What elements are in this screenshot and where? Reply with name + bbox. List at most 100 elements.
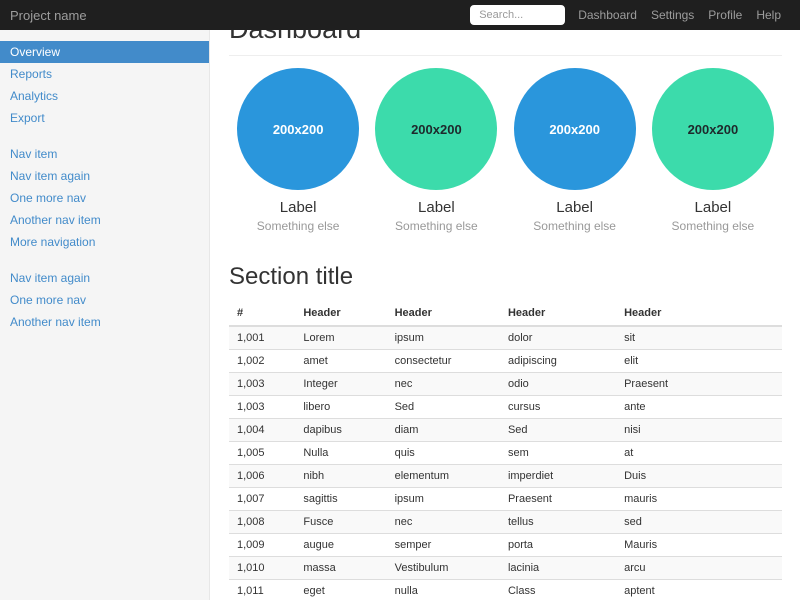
navbar-link-help[interactable]: Help: [749, 8, 788, 22]
search-input[interactable]: [470, 5, 565, 25]
sidebar-item-nav-item-again[interactable]: Nav item again: [0, 165, 209, 187]
sidebar-item-export[interactable]: Export: [0, 107, 209, 129]
table-cell: sagittis: [295, 488, 386, 511]
placeholder-column: 200x200LabelSomething else: [644, 68, 782, 233]
table-cell: amet: [295, 350, 386, 373]
table-row: 1,008Fuscenectellussed: [229, 511, 782, 534]
table-row: 1,011egetnullaClassaptent: [229, 580, 782, 600]
table-cell: aptent: [616, 580, 782, 600]
placeholder-circle-image: 200x200: [514, 68, 636, 190]
sidebar-group: Nav itemNav item againOne more navAnothe…: [0, 143, 209, 253]
table-cell: Class: [500, 580, 616, 600]
table-row: 1,001Loremipsumdolorsit: [229, 326, 782, 350]
table-cell: Duis: [616, 465, 782, 488]
sidebar-group: OverviewReportsAnalyticsExport: [0, 41, 209, 129]
placeholder-sublabel: Something else: [367, 219, 505, 233]
table-header-cell: #: [229, 301, 295, 326]
table-cell: odio: [500, 373, 616, 396]
table-cell: nec: [387, 511, 500, 534]
table-row: 1,003liberoSedcursusante: [229, 396, 782, 419]
table-cell: Mauris: [616, 534, 782, 557]
table-row: 1,010massaVestibulumlaciniaarcu: [229, 557, 782, 580]
table-cell: nec: [387, 373, 500, 396]
table-cell: 1,001: [229, 326, 295, 350]
table-cell: ante: [616, 396, 782, 419]
table-cell: libero: [295, 396, 386, 419]
table-cell: 1,008: [229, 511, 295, 534]
table-cell: consectetur: [387, 350, 500, 373]
sidebar-item-reports[interactable]: Reports: [0, 63, 209, 85]
sidebar-group: Nav item againOne more navAnother nav it…: [0, 267, 209, 333]
sidebar-item-one-more-nav[interactable]: One more nav: [0, 289, 209, 311]
brand-title[interactable]: Project name: [10, 8, 87, 23]
table-cell: porta: [500, 534, 616, 557]
table-cell: 1,003: [229, 373, 295, 396]
table-cell: lacinia: [500, 557, 616, 580]
table-cell: elementum: [387, 465, 500, 488]
section-title: Section title: [229, 263, 782, 291]
table-cell: semper: [387, 534, 500, 557]
table-cell: 1,003: [229, 396, 295, 419]
placeholder-column: 200x200 Label Something else: [367, 68, 505, 233]
table-cell: dolor: [500, 326, 616, 350]
sidebar-item-analytics[interactable]: Analytics: [0, 85, 209, 107]
navbar-links: DashboardSettingsProfileHelp: [571, 0, 788, 30]
sidebar-item-more-navigation[interactable]: More navigation: [0, 231, 209, 253]
table-cell: 1,010: [229, 557, 295, 580]
table-header-row: #HeaderHeaderHeaderHeader: [229, 301, 782, 326]
table-cell: elit: [616, 350, 782, 373]
table-cell: 1,006: [229, 465, 295, 488]
table-cell: Fusce: [295, 511, 386, 534]
data-table: #HeaderHeaderHeaderHeader 1,001Loremipsu…: [229, 301, 782, 600]
sidebar-item-one-more-nav[interactable]: One more nav: [0, 187, 209, 209]
placeholder-label: Label: [367, 199, 505, 216]
sidebar-nav: OverviewReportsAnalyticsExportNav itemNa…: [0, 41, 209, 333]
table-cell: quis: [387, 442, 500, 465]
table-cell: cursus: [500, 396, 616, 419]
table-cell: 1,002: [229, 350, 295, 373]
table-cell: 1,005: [229, 442, 295, 465]
table-cell: Sed: [387, 396, 500, 419]
table-cell: Praesent: [616, 373, 782, 396]
placeholder-label: Label: [644, 199, 782, 216]
table-cell: diam: [387, 419, 500, 442]
table-header-cell: Header: [616, 301, 782, 326]
table-cell: tellus: [500, 511, 616, 534]
table-cell: nulla: [387, 580, 500, 600]
sidebar-item-overview[interactable]: Overview: [0, 41, 209, 63]
table-body: 1,001Loremipsumdolorsit1,002ametconsecte…: [229, 326, 782, 600]
placeholder-row: 200x200LabelSomething else200x200LabelSo…: [229, 68, 782, 233]
table-cell: nibh: [295, 465, 386, 488]
table-header-cell: Header: [500, 301, 616, 326]
placeholder-circle-image: 200x200: [375, 68, 497, 190]
table-cell: Sed: [500, 419, 616, 442]
table-cell: ipsum: [387, 326, 500, 350]
table-header-cell: Header: [295, 301, 386, 326]
table-row: 1,005Nullaquissemat: [229, 442, 782, 465]
table-row: 1,006nibhelementumimperdietDuis: [229, 465, 782, 488]
table-cell: arcu: [616, 557, 782, 580]
navbar-link-profile[interactable]: Profile: [701, 8, 749, 22]
table-cell: sem: [500, 442, 616, 465]
placeholder-sublabel: Something else: [644, 219, 782, 233]
table-cell: imperdiet: [500, 465, 616, 488]
sidebar-item-nav-item[interactable]: Nav item: [0, 143, 209, 165]
table-cell: Praesent: [500, 488, 616, 511]
navbar-link-dashboard[interactable]: Dashboard: [571, 8, 644, 22]
table-cell: sit: [616, 326, 782, 350]
table-cell: adipiscing: [500, 350, 616, 373]
top-navbar: Project name DashboardSettingsProfileHel…: [0, 0, 800, 30]
table-cell: mauris: [616, 488, 782, 511]
sidebar-item-another-nav-item[interactable]: Another nav item: [0, 209, 209, 231]
placeholder-sublabel: Something else: [506, 219, 644, 233]
navbar-link-settings[interactable]: Settings: [644, 8, 701, 22]
table-cell: 1,007: [229, 488, 295, 511]
sidebar-item-another-nav-item[interactable]: Another nav item: [0, 311, 209, 333]
placeholder-label: Label: [229, 199, 367, 216]
table-cell: Integer: [295, 373, 386, 396]
placeholder-column: 200x200LabelSomething else: [506, 68, 644, 233]
sidebar-item-nav-item-again[interactable]: Nav item again: [0, 267, 209, 289]
table-cell: Vestibulum: [387, 557, 500, 580]
table-header-cell: Header: [387, 301, 500, 326]
table-cell: ipsum: [387, 488, 500, 511]
